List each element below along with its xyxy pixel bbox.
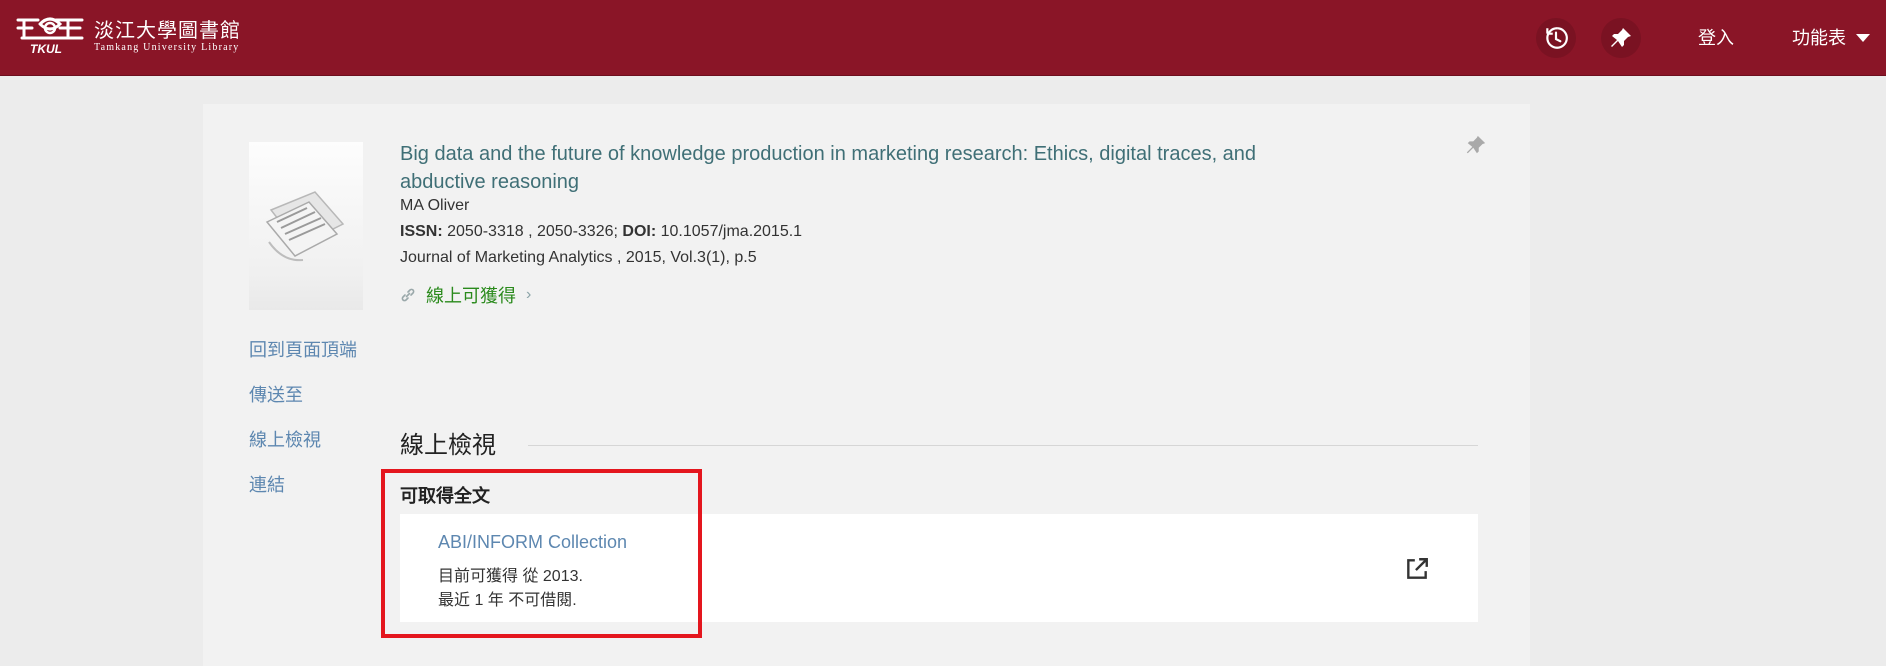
menu-label: 功能表 bbox=[1792, 28, 1846, 48]
history-icon bbox=[1546, 27, 1568, 49]
library-logo[interactable]: TKUL 淡江大學圖書館 Tamkang University Library bbox=[16, 14, 241, 58]
pin-icon bbox=[1611, 28, 1631, 47]
chevron-down-icon bbox=[1856, 34, 1870, 43]
pin-icon bbox=[1466, 135, 1486, 154]
open-external-button[interactable] bbox=[1404, 556, 1430, 587]
doi-label: DOI: bbox=[622, 223, 657, 240]
highlight-box bbox=[381, 469, 702, 638]
login-link[interactable]: 登入 bbox=[1698, 26, 1734, 50]
availability-link[interactable]: 線上可獲得 › bbox=[400, 282, 531, 308]
logo-mark-text: TKUL bbox=[30, 42, 62, 56]
document-icon bbox=[265, 191, 345, 262]
record-title-link[interactable]: Big data and the future of knowledge pro… bbox=[400, 140, 1300, 196]
doi-value: 10.1057/jma.2015.1 bbox=[660, 223, 803, 240]
record-thumbnail bbox=[249, 142, 363, 310]
nav-links[interactable]: 連結 bbox=[249, 473, 285, 497]
nav-view-online[interactable]: 線上檢視 bbox=[249, 428, 321, 452]
external-link-icon bbox=[1407, 558, 1428, 579]
record-identifiers: ISSN: 2050-3318 , 2050-3326; DOI: 10.105… bbox=[400, 221, 802, 243]
availability-status: 線上可獲得 bbox=[426, 286, 516, 306]
main-menu-button[interactable]: 功能表 bbox=[1792, 26, 1870, 50]
logo-english-name: Tamkang University Library bbox=[94, 42, 240, 53]
issn-label: ISSN: bbox=[400, 223, 443, 240]
pin-record-button[interactable] bbox=[1465, 134, 1487, 161]
record-author: MA Oliver bbox=[400, 197, 470, 214]
my-favorites-button[interactable] bbox=[1601, 18, 1641, 58]
top-bar: TKUL 淡江大學圖書館 Tamkang University Library … bbox=[0, 0, 1886, 76]
logo-chinese-name: 淡江大學圖書館 bbox=[94, 18, 241, 42]
nav-send-to[interactable]: 傳送至 bbox=[249, 383, 303, 407]
record-source: Journal of Marketing Analytics , 2015, V… bbox=[400, 249, 757, 266]
search-history-button[interactable] bbox=[1536, 18, 1576, 58]
tkul-logo-mark: TKUL bbox=[16, 14, 86, 58]
section-title-view-online: 線上檢視 bbox=[400, 432, 496, 459]
link-icon bbox=[401, 288, 415, 302]
chevron-right-icon: › bbox=[526, 286, 532, 303]
section-divider bbox=[528, 445, 1478, 446]
nav-back-to-top[interactable]: 回到頁面頂端 bbox=[249, 338, 357, 362]
issn-value: 2050-3318 , 2050-3326; bbox=[447, 223, 618, 240]
